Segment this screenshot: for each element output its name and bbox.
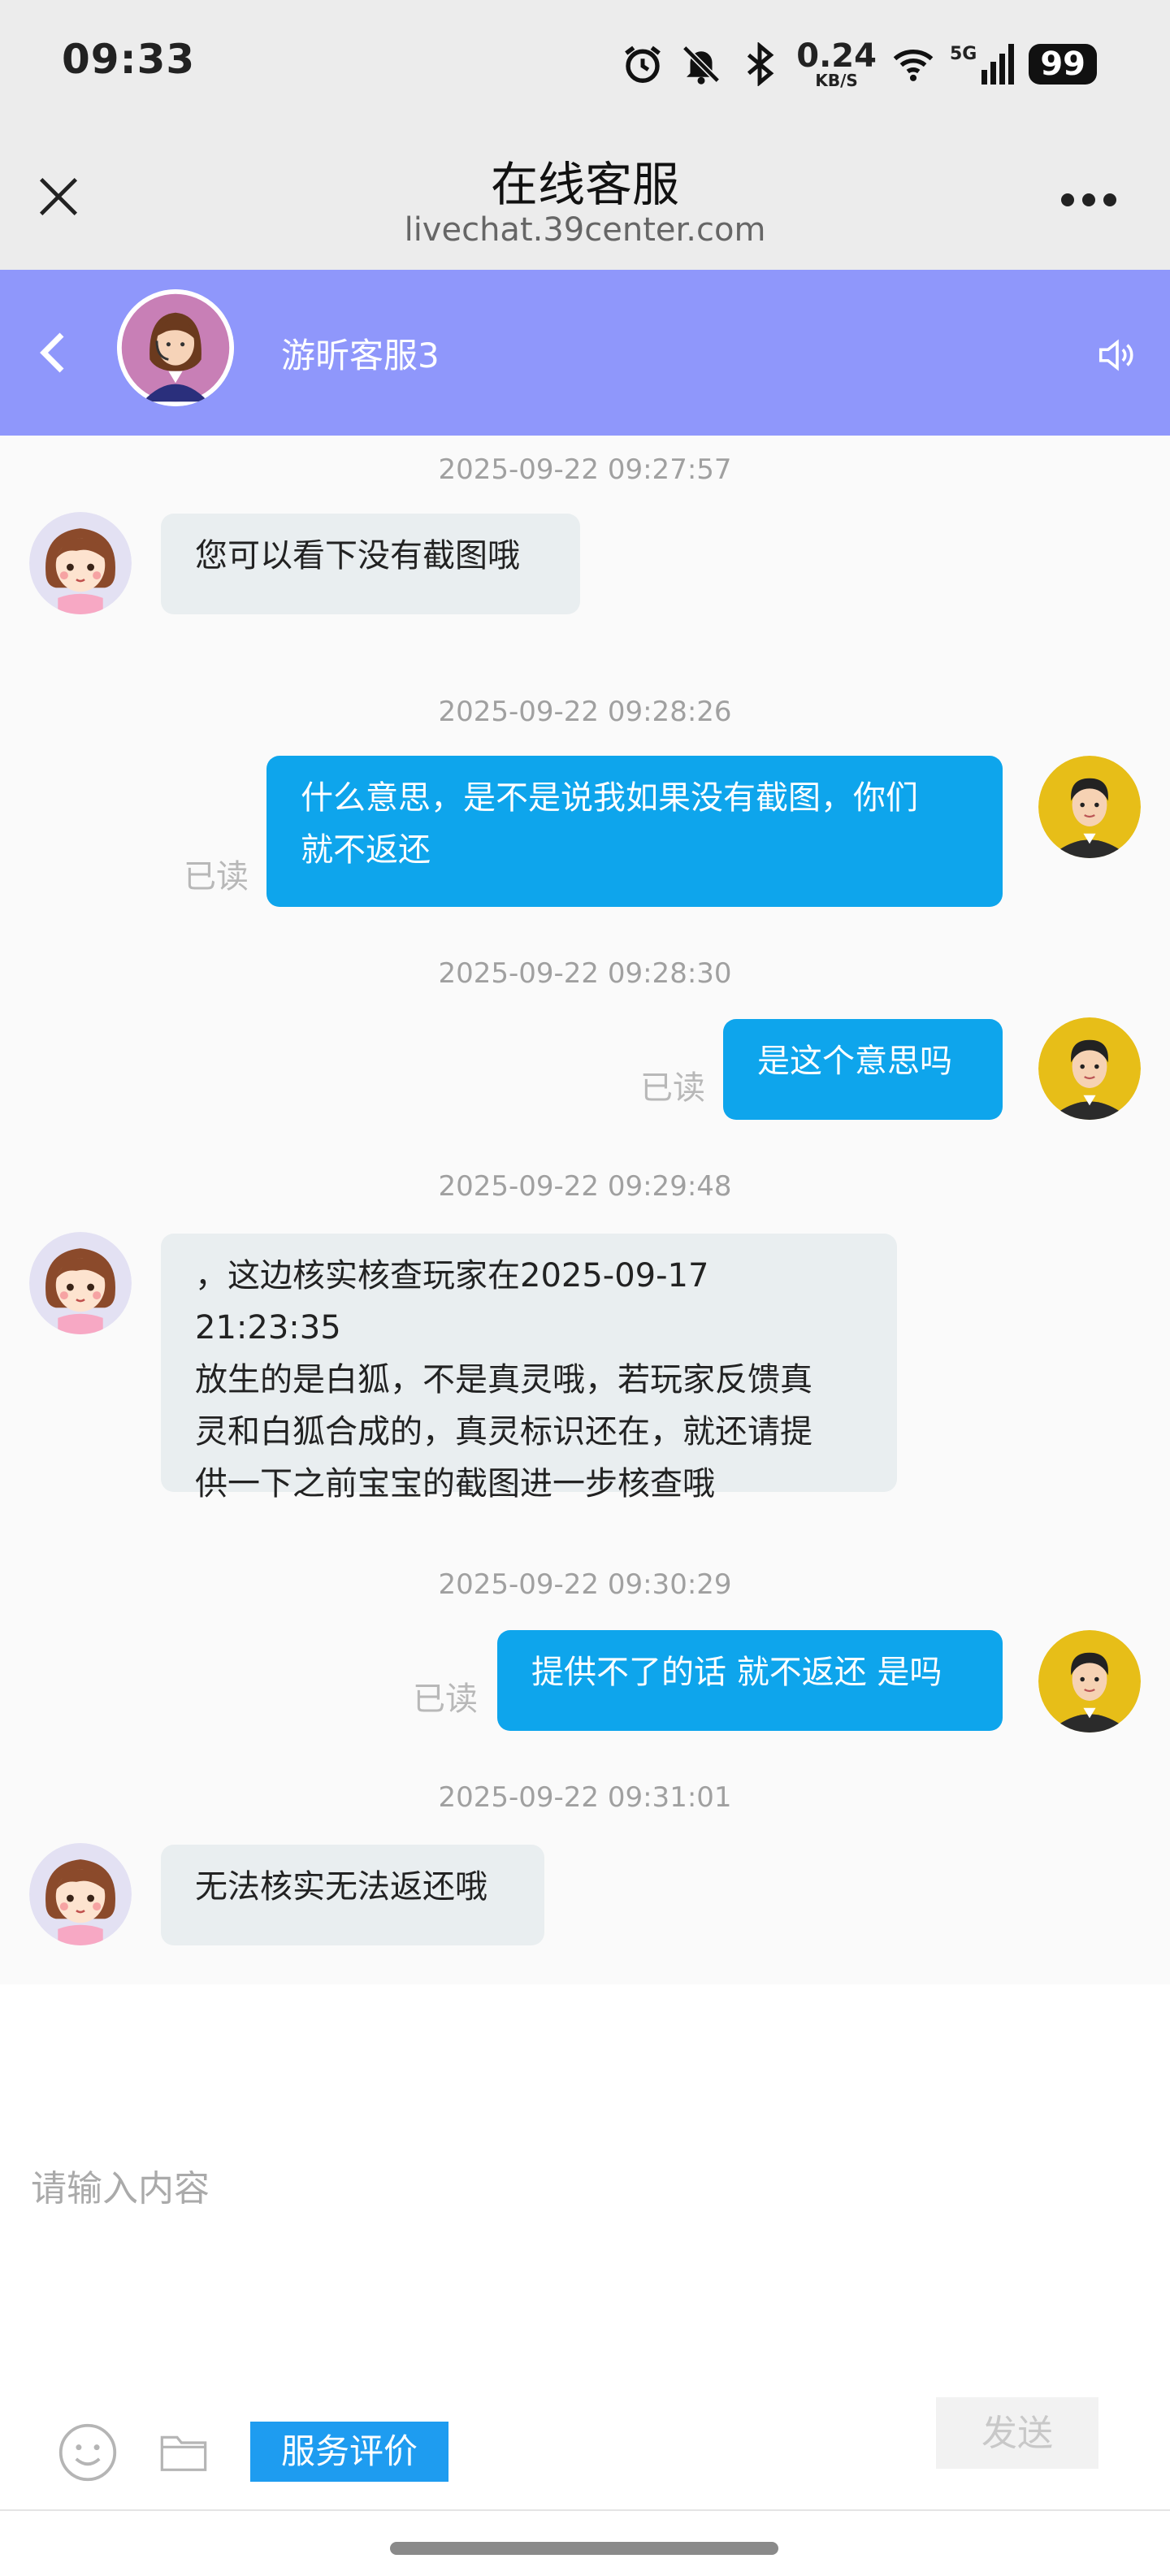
agent-message-bubble: 无法核实无法返还哦	[161, 1845, 544, 1945]
battery-indicator: 99	[1029, 44, 1097, 85]
home-indicator[interactable]	[390, 2542, 778, 2555]
alarm-icon	[625, 46, 661, 83]
status-time: 09:33	[62, 36, 196, 83]
message-timestamp: 2025-09-22 09:30:29	[438, 1568, 732, 1601]
user-message-avatar	[1038, 756, 1141, 858]
user-message-bubble: 提供不了的话 就不返还 是吗	[497, 1630, 1003, 1731]
message-timestamp: 2025-09-22 09:27:57	[438, 453, 732, 486]
more-options-icon[interactable]	[1060, 192, 1118, 208]
cellular-signal-icon: 5G	[950, 44, 1015, 85]
message-timestamp: 2025-09-22 09:29:48	[438, 1170, 732, 1203]
send-button[interactable]: 发送	[936, 2397, 1098, 2469]
page-url: livechat.39center.com	[404, 211, 766, 249]
folder-icon[interactable]	[158, 2426, 210, 2478]
agent-message-bubble: 您可以看下没有截图哦	[161, 514, 580, 614]
message-line: ，这边核实核查玩家在2025-09-17 21:23:35	[195, 1257, 709, 1347]
wifi-icon	[893, 50, 934, 81]
page-title: 在线客服	[490, 157, 679, 212]
agent-message-avatar	[29, 512, 132, 614]
message-line: 什么意思，是不是说我如果没有截图，你们	[301, 779, 918, 817]
read-receipt: 已读	[413, 1680, 478, 1718]
emoji-icon[interactable]	[57, 2422, 119, 2483]
message-line: 放生的是白狐，不是真灵哦，若玩家反馈真	[195, 1361, 812, 1399]
status-icons: 0.24 KB/S 5G 99	[621, 36, 1097, 93]
back-arrow-icon[interactable]	[36, 330, 68, 375]
user-message-avatar	[1038, 1630, 1141, 1733]
agent-name: 游昕客服3	[281, 336, 440, 375]
message-input[interactable]	[29, 2147, 1121, 2230]
speaker-icon[interactable]	[1095, 333, 1139, 377]
navigation-bar	[0, 2509, 1170, 2576]
user-message-avatar	[1038, 1017, 1141, 1120]
agent-message-avatar	[29, 1843, 132, 1945]
status-bar: 09:33 0.24 KB/S 5G 99	[0, 0, 1170, 130]
bluetooth-icon	[748, 42, 774, 86]
message-list[interactable]: 2025-09-22 09:27:57 您可以看下没有截图哦 2025-09-2…	[0, 436, 1170, 1984]
browser-title-bar: 在线客服 livechat.39center.com	[0, 130, 1170, 270]
read-receipt: 已读	[184, 858, 249, 896]
message-timestamp: 2025-09-22 09:31:01	[438, 1781, 732, 1814]
message-timestamp: 2025-09-22 09:28:30	[438, 957, 732, 990]
message-line: 灵和白狐合成的，真灵标识还在，就还请提	[195, 1413, 812, 1451]
network-speed: 0.24 KB/S	[796, 37, 877, 90]
agent-message-avatar	[29, 1232, 132, 1334]
user-message-bubble: 是这个意思吗	[723, 1019, 1003, 1120]
message-line: 就不返还	[301, 831, 431, 869]
rate-service-button[interactable]: 服务评价	[250, 2422, 448, 2482]
message-timestamp: 2025-09-22 09:28:26	[438, 696, 732, 728]
agent-message-bubble: ，这边核实核查玩家在2025-09-17 21:23:35 放生的是白狐，不是真…	[161, 1234, 897, 1503]
agent-avatar	[117, 289, 234, 406]
user-message-bubble: 什么意思，是不是说我如果没有截图，你们 就不返还	[266, 756, 1003, 907]
mute-bell-icon	[682, 45, 721, 85]
message-line: 供一下之前宝宝的截图进一步核查哦	[195, 1465, 715, 1503]
chat-header: 游昕客服3	[0, 270, 1170, 436]
read-receipt: 已读	[640, 1069, 705, 1107]
input-area: 发送 服务评价	[0, 1984, 1170, 2509]
